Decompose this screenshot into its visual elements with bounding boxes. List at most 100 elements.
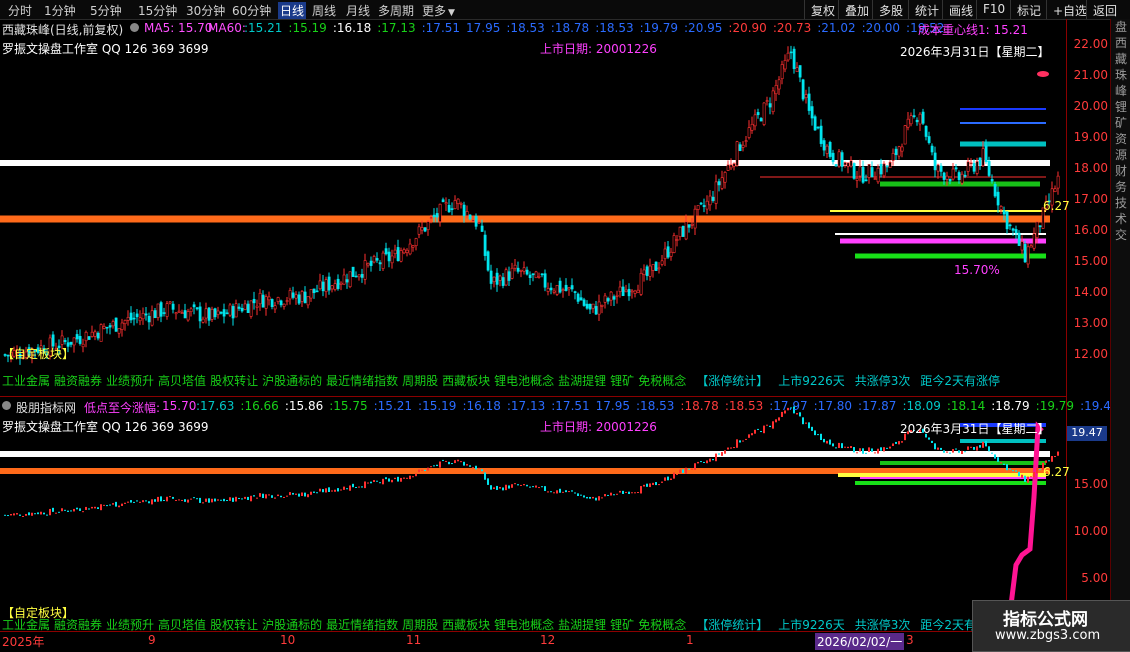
block-tag[interactable]: 高贝塔值 bbox=[158, 374, 206, 388]
indicator-title: 股朋指标网 bbox=[16, 401, 77, 415]
indicator-bar bbox=[892, 443, 894, 446]
fuquan-button[interactable]: 复权 bbox=[804, 0, 841, 19]
draw-line-button[interactable]: 画线 bbox=[942, 0, 979, 19]
block-tag[interactable]: 高贝塔值 bbox=[158, 618, 206, 632]
indicator-value: :20.90 bbox=[728, 21, 767, 35]
indicator-bar bbox=[1027, 476, 1029, 483]
candle-body bbox=[195, 307, 199, 310]
indicator-bar bbox=[544, 486, 546, 491]
time-axis[interactable]: 2025年 9 10 11 12 1 2026/02/02/一 3 bbox=[0, 631, 1066, 651]
indicator-bar bbox=[52, 507, 54, 512]
period-monthly[interactable]: 月线 bbox=[346, 2, 370, 19]
candle-body bbox=[495, 272, 499, 285]
candle-body bbox=[726, 164, 730, 171]
block-tag[interactable]: 股权转让 bbox=[210, 618, 258, 632]
block-tag[interactable]: 周期股 bbox=[402, 374, 438, 388]
settings-icon[interactable] bbox=[130, 21, 139, 35]
indicator-bar bbox=[973, 447, 975, 450]
ma5-label: MA5: 15.70 bbox=[144, 21, 213, 35]
indicator-bar bbox=[796, 413, 798, 415]
block-tag[interactable]: 工业金属 bbox=[2, 374, 50, 388]
settings-icon[interactable] bbox=[2, 399, 11, 413]
indicator-bar bbox=[502, 487, 504, 491]
indicator-bar bbox=[343, 486, 345, 490]
statistics-button[interactable]: 统计 bbox=[908, 0, 945, 19]
period-5min[interactable]: 5分钟 bbox=[90, 2, 122, 19]
sidebar-tab-char: 藏 bbox=[1114, 52, 1127, 66]
block-tag[interactable]: 股权转让 bbox=[210, 374, 258, 388]
indicator-bar bbox=[13, 513, 15, 516]
candle-body bbox=[339, 282, 343, 285]
block-tag[interactable]: 最近情绪指数 bbox=[326, 374, 398, 388]
candle-body bbox=[114, 317, 118, 332]
period-fenshi[interactable]: 分时 bbox=[8, 2, 32, 19]
candle-body bbox=[225, 312, 229, 315]
period-weekly[interactable]: 周线 bbox=[312, 2, 336, 19]
period-more[interactable]: 更多 ▼ bbox=[422, 2, 455, 19]
block-tag[interactable]: 沪股通标的 bbox=[262, 374, 322, 388]
block-tag[interactable]: 免税概念 bbox=[638, 374, 686, 388]
indicator-bar bbox=[517, 484, 519, 486]
block-tag[interactable]: 工业金属 bbox=[2, 618, 50, 632]
candle-body bbox=[249, 300, 253, 317]
indicator-bar bbox=[940, 447, 942, 450]
watermark-url: www.zbgs3.com bbox=[995, 628, 1101, 643]
indicator-bar bbox=[82, 511, 84, 513]
multi-stock-button[interactable]: 多股 bbox=[872, 0, 909, 19]
indicator-bar bbox=[313, 491, 315, 493]
candle-body bbox=[120, 322, 124, 330]
sidebar-tab-char: 珠 bbox=[1114, 68, 1127, 82]
period-daily[interactable]: 日线 bbox=[278, 2, 307, 19]
period-15min[interactable]: 15分钟 bbox=[138, 2, 177, 19]
period-1min[interactable]: 1分钟 bbox=[44, 2, 76, 19]
period-60min[interactable]: 60分钟 bbox=[232, 2, 271, 19]
indicator-bar bbox=[988, 446, 990, 452]
period-30min[interactable]: 30分钟 bbox=[186, 2, 225, 19]
indicator-bar bbox=[340, 489, 342, 491]
back-button[interactable]: 返回 bbox=[1086, 0, 1123, 19]
indicator-bar bbox=[424, 469, 426, 472]
indicator-value: :18.53 bbox=[724, 399, 764, 413]
block-tag[interactable]: 业绩预升 bbox=[106, 374, 154, 388]
block-tag[interactable]: 盐湖提锂 bbox=[558, 374, 606, 388]
mark-button[interactable]: 标记 bbox=[1010, 0, 1047, 19]
block-tag[interactable]: 西藏板块 bbox=[442, 618, 490, 632]
block-tag[interactable]: 锂电池概念 bbox=[494, 374, 554, 388]
indicator-bar bbox=[682, 469, 684, 473]
sidebar-tab-char: 源 bbox=[1114, 148, 1127, 162]
block-tag[interactable]: 最近情绪指数 bbox=[326, 618, 398, 632]
main-kline-chart[interactable] bbox=[0, 19, 1066, 396]
indicator-bar bbox=[151, 499, 153, 505]
f10-button[interactable]: F10 bbox=[976, 0, 1011, 19]
block-tag[interactable]: 锂矿 bbox=[610, 618, 634, 632]
block-tag[interactable]: 锂电池概念 bbox=[494, 618, 554, 632]
block-tag[interactable]: 免税概念 bbox=[638, 618, 686, 632]
block-tag[interactable]: 盐湖提锂 bbox=[558, 618, 606, 632]
candle-body bbox=[975, 161, 979, 174]
indicator-bar bbox=[508, 485, 510, 489]
candle-body bbox=[450, 208, 454, 210]
indicator-bar bbox=[667, 476, 669, 481]
candle-body bbox=[243, 303, 247, 310]
indicator-bar bbox=[142, 500, 144, 503]
block-tag[interactable]: 融资融券 bbox=[54, 374, 102, 388]
candle-body bbox=[414, 238, 418, 246]
indicator-bar bbox=[538, 487, 540, 489]
indicator-bar bbox=[190, 498, 192, 500]
overlay-button[interactable]: 叠加 bbox=[838, 0, 875, 19]
period-multi[interactable]: 多周期 bbox=[378, 2, 414, 19]
block-tag[interactable]: 周期股 bbox=[402, 618, 438, 632]
candle-body bbox=[606, 298, 610, 302]
indicator-value: :16.18 bbox=[332, 21, 372, 35]
block-tag[interactable]: 锂矿 bbox=[610, 374, 634, 388]
indicator-bar bbox=[664, 477, 666, 481]
block-tag[interactable]: 沪股通标的 bbox=[262, 618, 322, 632]
block-tag[interactable]: 业绩预升 bbox=[106, 618, 154, 632]
candle-body bbox=[363, 260, 367, 280]
block-tag[interactable]: 融资融券 bbox=[54, 618, 102, 632]
right-sidebar[interactable]: 盘西藏珠峰锂矿资源财务技术交 bbox=[1110, 19, 1130, 650]
indicator-bar bbox=[871, 448, 873, 452]
indicator-value: :18.53 bbox=[636, 399, 675, 413]
block-tag[interactable]: 西藏板块 bbox=[442, 374, 490, 388]
indicator-bar bbox=[7, 515, 9, 517]
